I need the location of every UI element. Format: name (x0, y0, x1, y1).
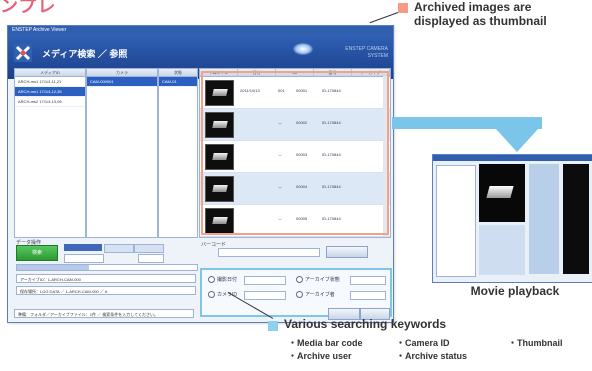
movie-caption: Movie playback (470, 284, 560, 298)
mode-button[interactable] (104, 244, 134, 253)
radio-icon[interactable] (296, 276, 303, 284)
keyword-item: ・Media bar code (288, 338, 363, 348)
search-button[interactable]: 検索 (16, 245, 58, 261)
archive-id-line: アーカイブID：1-ARCH-CAM-000 (16, 274, 196, 283)
arrow-shaft (392, 117, 542, 129)
status-bar: 準備：フォルダ／アーカイブファイル：1件 ／ 検索条件を入力してください。 (14, 309, 194, 318)
movie-timeline[interactable] (529, 164, 559, 274)
option-label: アーカイブ者 (305, 292, 335, 298)
keyword-item: ・Archive status (396, 351, 468, 361)
heading-fragment: ンプレ (0, 0, 57, 16)
barcode-button[interactable] (326, 246, 368, 258)
radio-icon[interactable] (296, 291, 303, 299)
status-list[interactable]: 状態 CAM-01 (158, 68, 198, 238)
radio-icon[interactable] (208, 291, 215, 299)
callout-keywords-title: Various searching keywords (284, 317, 447, 331)
date-input[interactable] (244, 276, 286, 285)
keyword-item: ・Thumbnail (508, 338, 563, 348)
callout-line-2: displayed as thumbnail (414, 14, 547, 28)
movie-title-bar (433, 155, 592, 161)
x-logo-icon (14, 44, 32, 62)
list-item[interactable]: ARCH-ms1 17/1/4,11,21 (15, 77, 85, 87)
mode-button-active[interactable] (64, 244, 102, 251)
status-list-header: 状態 (159, 69, 197, 77)
thumbnail-highlight-frame (201, 71, 389, 235)
search-option[interactable]: アーカイブ者 (296, 291, 335, 299)
brand-glow-icon (293, 43, 313, 55)
callout-marker-icon (268, 321, 278, 331)
camera-list[interactable]: カメラ CAM-000001 (86, 68, 158, 238)
progress-fill (17, 265, 89, 270)
callout-line-1: Archived images are (414, 0, 532, 14)
movie-filmstrip[interactable] (563, 164, 589, 274)
option-label: アーカイブ状態 (305, 277, 340, 283)
list-item-selected[interactable]: CAM-01 (159, 77, 197, 87)
keyword-item: ・Camera ID (396, 338, 450, 348)
search-option[interactable]: アーカイブ状態 (296, 276, 340, 284)
storage-path-line: 保存場所：LOG DATA ／ 1-ARCH-CAM-000 ／ A (16, 286, 196, 295)
keyword-item: ・Archive user (288, 351, 352, 361)
movie-playback-window (432, 154, 592, 283)
app-window: ENSTEP Archive Viewer メディア検索 ／ 参照 ENSTEP… (7, 25, 394, 323)
camera-list-header: カメラ (87, 69, 157, 77)
callout-leader-line (369, 12, 399, 24)
callout-marker-icon (398, 3, 408, 13)
movie-video-frame[interactable] (479, 164, 525, 222)
list-item[interactable]: ARCH-ms2 17/1/4,13,06 (15, 97, 85, 107)
page-field[interactable] (138, 254, 164, 263)
app-title: メディア検索 ／ 参照 (42, 49, 128, 59)
movie-control-panel (479, 225, 525, 275)
radio-icon[interactable] (208, 276, 215, 284)
callout-thumbnail-text: Archived images are displayed as thumbna… (414, 0, 547, 28)
count-field[interactable] (64, 254, 104, 263)
movie-side-panel (436, 165, 476, 277)
arrow-down-icon (495, 128, 539, 152)
list-item-selected[interactable]: ARCH-ms1 17/1/4,12,35 (15, 87, 85, 97)
progress-bar (16, 264, 198, 271)
search-option[interactable]: 撮影日付 (208, 276, 238, 284)
list-item-selected[interactable]: CAM-000001 (87, 77, 157, 87)
window-title-bar: ENSTEP Archive Viewer (8, 26, 393, 35)
barcode-label: バーコード (201, 242, 227, 248)
media-id-list[interactable]: メディアID ARCH-ms1 17/1/4,11,21 ARCH-ms1 17… (14, 68, 86, 238)
archive-user-select[interactable] (350, 291, 386, 300)
archive-status-select[interactable] (350, 276, 386, 285)
option-label: 撮影日付 (217, 277, 238, 283)
media-id-header: メディアID (15, 69, 85, 77)
camera-id-input[interactable] (244, 291, 286, 300)
mode-button[interactable] (134, 244, 164, 253)
brand-text: ENSTEP CAMERA SYSTEM (345, 46, 388, 59)
barcode-input[interactable] (218, 248, 320, 257)
